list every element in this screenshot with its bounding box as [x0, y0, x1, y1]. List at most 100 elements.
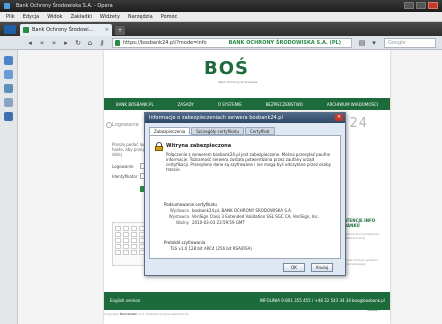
- login-label: Logowanie: [112, 164, 134, 169]
- menu-item-tools[interactable]: Narzędzia: [128, 12, 153, 21]
- bank-logo[interactable]: BOŚ Bank Ochrony Środowiska: [204, 58, 274, 94]
- keypad-key[interactable]: [123, 232, 129, 237]
- bookmarks-panel-icon[interactable]: [4, 56, 13, 65]
- window-titlebar: Bank Ochrony Środowiska S.A. - Opera: [0, 0, 442, 12]
- nav-bosbank[interactable]: BANK BOSBANK.PL: [116, 102, 154, 107]
- url-text: https://bosbank24.pl/?mode=info: [123, 40, 207, 46]
- logo-tagline: Bank Ochrony Środowiska: [218, 80, 258, 84]
- keypad-key[interactable]: [131, 226, 137, 231]
- tab-label: Bank Ochrony Środowi...: [32, 27, 94, 33]
- news-item[interactable]: Aktualności bankowości elektronicznej: [344, 232, 384, 240]
- close-window-button[interactable]: [428, 2, 438, 9]
- login-hint: Logowanie: [112, 122, 139, 128]
- side-panel: [0, 50, 18, 324]
- email-link[interactable]: bos@bosbank.pl: [352, 298, 385, 303]
- dialog-body: Witryna zabezpieczona Połączenie z serwe…: [149, 135, 341, 259]
- keypad-key[interactable]: [123, 238, 129, 243]
- keypad-key[interactable]: [131, 244, 137, 249]
- tab-bank[interactable]: Bank Ochrony Środowi... ×: [20, 24, 112, 36]
- key-icon[interactable]: ⚷: [98, 39, 106, 47]
- english-version-link[interactable]: English version: [110, 298, 140, 303]
- ok-button[interactable]: OK: [283, 263, 305, 272]
- dialog-titlebar: Informacje o zabezpieczeniach serwera bo…: [145, 113, 345, 123]
- maximize-button[interactable]: [416, 2, 426, 9]
- cert-summary-heading: Podsumowanie certyfikatu: [164, 202, 217, 207]
- rewind-icon[interactable]: «: [38, 39, 46, 47]
- back-icon[interactable]: ◂: [26, 39, 34, 47]
- contacts-panel-icon[interactable]: [4, 84, 13, 93]
- keypad-key[interactable]: [131, 232, 137, 237]
- minimize-button[interactable]: [404, 2, 414, 9]
- logo-text: BOŚ: [204, 58, 249, 79]
- nav-archive[interactable]: ARCHIWUM WIADOMOŚCI: [327, 102, 378, 107]
- home-icon[interactable]: ⌂: [86, 39, 94, 47]
- keypad-key[interactable]: [123, 250, 129, 255]
- dialog-title: Informacje o zabezpieczeniach serwera bo…: [149, 115, 283, 121]
- tab-security[interactable]: Zabezpieczenia: [149, 127, 191, 135]
- nav-security[interactable]: BEZPIECZEŃSTWO: [266, 102, 303, 107]
- new-tab-button[interactable]: +: [115, 26, 125, 35]
- cert-key: Ważny: [175, 220, 189, 225]
- search-input[interactable]: Google: [384, 38, 436, 48]
- secure-heading: Witryna zabezpieczona: [166, 143, 232, 149]
- window-title: Bank Ochrony Środowiska S.A. - Opera: [16, 3, 113, 9]
- site-navigation: BANK BOSBANK.PL ZASADY O SYSTEMIE BEZPIE…: [104, 98, 390, 110]
- keypad-key[interactable]: [123, 226, 129, 231]
- protocol-value: TLS v1.0 128 bit ARC4 (256 bit RSA/RSA): [170, 246, 252, 251]
- menu-item-widgets[interactable]: Widżety: [100, 12, 120, 21]
- notes-panel-icon[interactable]: [4, 98, 13, 107]
- tab-bar: Bank Ochrony Środowi... × +: [0, 22, 442, 36]
- nav-about[interactable]: O SYSTEMIE: [218, 102, 242, 107]
- navigation-bar: ◂ « » ▸ ↻ ⌂ ⚷ https://bosbank24.pl/?mode…: [0, 36, 442, 50]
- tab-cert-details[interactable]: Szczegóły certyfikatu: [191, 127, 244, 135]
- menu-item-view[interactable]: Widok: [47, 12, 62, 21]
- keypad-key[interactable]: [115, 238, 121, 243]
- news-item[interactable]: Nowe funkcje systemu internetowego: [344, 258, 384, 266]
- hotline-text: INFOLINIA 0-801 355 455 / +48 22 543 34 …: [260, 298, 351, 303]
- tab-certificate[interactable]: Certyfikat: [245, 127, 275, 135]
- cancel-button[interactable]: Anuluj: [311, 263, 333, 272]
- id-label: Identyfikator: [112, 174, 138, 179]
- forward-icon[interactable]: ▸: [62, 39, 70, 47]
- dialog-close-button[interactable]: ×: [335, 114, 343, 121]
- ev-certificate-badge[interactable]: BANK OCHRONY ŚRODOWISKA S.A. (PL): [229, 39, 341, 47]
- menu-item-edit[interactable]: Edycja: [23, 12, 40, 21]
- menu-item-file[interactable]: Plik: [6, 12, 15, 21]
- keypad-key[interactable]: [131, 250, 137, 255]
- opera-icon: [4, 3, 10, 9]
- secure-description: Połączenie z serwerem bosbank24.pl jest …: [166, 152, 331, 172]
- screen: Bank Ochrony Środowiska S.A. - Opera Pli…: [0, 0, 442, 324]
- favicon-icon: [23, 27, 29, 33]
- dialog-tabs: Zabezpieczenia Szczegóły certyfikatu Cer…: [149, 127, 276, 135]
- security-info-dialog: Informacje o zabezpieczeniach serwera bo…: [144, 112, 346, 276]
- address-bar[interactable]: https://bosbank24.pl/?mode=info BANK OCH…: [112, 38, 352, 48]
- info-panel-icon[interactable]: [4, 112, 13, 121]
- keypad-key[interactable]: [115, 250, 121, 255]
- cert-value: 2010-03-03 23:59:59 GMT: [192, 220, 245, 225]
- nav-rules[interactable]: ZASADY: [178, 102, 194, 107]
- reload-icon[interactable]: ↻: [74, 39, 82, 47]
- padlock-icon: [155, 142, 163, 151]
- cert-summary: Wydawca bosbank24.pl, BANK OCHRONY ŚRODO…: [164, 208, 338, 226]
- close-tab-icon[interactable]: ×: [105, 24, 109, 36]
- keypad-key[interactable]: [115, 244, 121, 249]
- keypad-key[interactable]: [123, 244, 129, 249]
- opera-menu-icon[interactable]: [4, 25, 16, 34]
- copyright-note: Copyright © 2010 BOŚ S.A. Wszelkie prawa…: [104, 312, 189, 316]
- protocol-label: Protokół szyfrowania: [164, 240, 206, 245]
- news-heading: ATENCJE INFO BANKU: [344, 218, 376, 228]
- window-controls: [404, 2, 438, 9]
- menu-item-help[interactable]: Pomoc: [161, 12, 178, 21]
- keypad-key[interactable]: [115, 226, 121, 231]
- lock-icon[interactable]: [115, 40, 120, 46]
- menu-bar: Plik Edycja Widok Zakładki Widżety Narzę…: [0, 12, 442, 22]
- site-footer: English version INFOLINIA 0-801 355 455 …: [104, 292, 390, 310]
- fast-forward-icon[interactable]: »: [50, 39, 58, 47]
- rss-icon[interactable]: ▤: [358, 39, 366, 47]
- keypad-key[interactable]: [131, 238, 137, 243]
- dropdown-icon[interactable]: ▾: [370, 39, 378, 47]
- menu-item-bookmarks[interactable]: Zakładki: [71, 12, 92, 21]
- keypad-key[interactable]: [115, 232, 121, 237]
- mail-panel-icon[interactable]: [4, 70, 13, 79]
- cert-row: Ważny 2010-03-03 23:59:59 GMT: [164, 220, 338, 226]
